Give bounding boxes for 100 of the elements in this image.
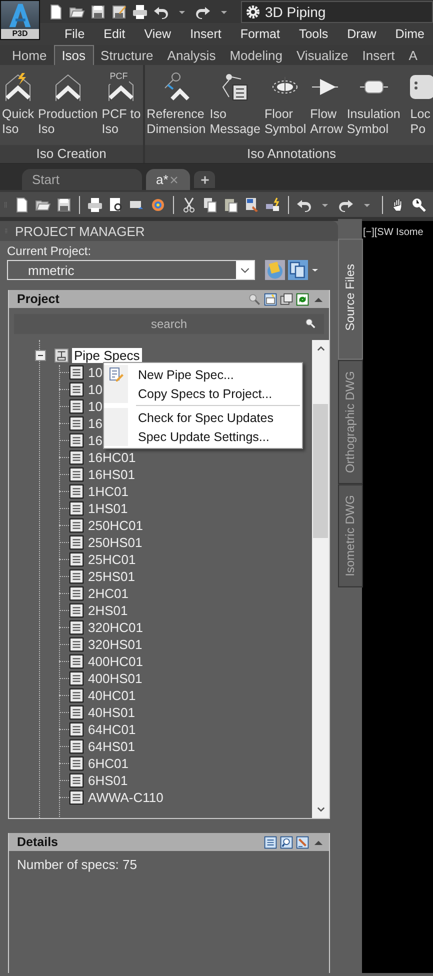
- search-icon[interactable]: [248, 292, 261, 306]
- menu-item[interactable]: Format: [230, 27, 290, 41]
- tree-item[interactable]: 2HS01: [88, 603, 128, 618]
- tree-item[interactable]: 16HS01: [88, 467, 135, 482]
- paste-icon[interactable]: [223, 196, 239, 212]
- scrollbar-thumb[interactable]: [313, 404, 328, 538]
- ribbon-tab[interactable]: A: [402, 46, 424, 65]
- spec-sheet-icon: [69, 450, 84, 465]
- app-menu-button[interactable]: P3D: [0, 0, 40, 40]
- ribbon-tool-button[interactable]: Floor Symbol: [262, 71, 308, 145]
- menu-item[interactable]: New Pipe Spec...: [104, 365, 302, 384]
- tree-item[interactable]: 64HC01: [88, 722, 136, 737]
- print-icon[interactable]: [132, 4, 148, 20]
- menu-item[interactable]: Insert: [180, 27, 231, 41]
- side-tab[interactable]: Source Files: [338, 239, 363, 360]
- project-dropdown[interactable]: mmetric: [7, 260, 255, 280]
- spec-sheet-icon: [69, 722, 84, 737]
- preview-icon[interactable]: [280, 836, 293, 848]
- publish-icon[interactable]: [150, 196, 166, 212]
- refresh-icon[interactable]: [296, 292, 309, 306]
- document-tab[interactable]: Start: [22, 169, 142, 190]
- spec-folder-icon: [54, 348, 69, 363]
- ribbon-tab[interactable]: Home: [5, 46, 54, 65]
- tree-item[interactable]: 250HS01: [88, 535, 142, 550]
- tree-item[interactable]: 16: [88, 433, 102, 448]
- tree-item[interactable]: 64HS01: [88, 739, 135, 754]
- ribbon-tab[interactable]: Structure: [94, 46, 160, 65]
- tree-item[interactable]: 250HC01: [88, 518, 143, 533]
- tree-item[interactable]: 2HC01: [88, 586, 128, 601]
- tree-item[interactable]: 16HC01: [88, 450, 136, 465]
- menu-item[interactable]: Tools: [289, 27, 338, 41]
- menu-item[interactable]: Draw: [338, 27, 386, 41]
- tree-item[interactable]: 6HS01: [88, 773, 128, 788]
- new-file-icon[interactable]: [48, 4, 64, 20]
- section-title: Project: [17, 292, 60, 306]
- spec-sheet-icon: [69, 773, 84, 788]
- tree-item[interactable]: 40HS01: [88, 705, 135, 720]
- tree-item[interactable]: 1HC01: [88, 484, 128, 499]
- print-preview-icon[interactable]: [108, 196, 124, 212]
- ribbon-tool-button[interactable]: Quick Iso: [0, 71, 36, 145]
- spec-sheet-icon: [69, 569, 84, 584]
- save-as-icon[interactable]: [111, 4, 127, 20]
- tree-item[interactable]: 400HC01: [88, 654, 143, 669]
- scrollbar[interactable]: [312, 340, 329, 818]
- ribbon-tab[interactable]: Insert: [355, 46, 402, 65]
- ribbon-tab[interactable]: Modeling: [222, 46, 290, 65]
- search-field[interactable]: search: [14, 314, 324, 334]
- tree-item[interactable]: 25HC01: [88, 552, 136, 567]
- tree-item[interactable]: 40HC01: [88, 688, 136, 703]
- tree-item[interactable]: 10: [88, 399, 102, 414]
- menu-item[interactable]: View: [134, 27, 181, 41]
- cut-icon[interactable]: [181, 196, 197, 212]
- tree-item[interactable]: 10: [88, 382, 102, 397]
- list-view-icon[interactable]: [264, 836, 277, 848]
- ribbon-tool-button[interactable]: Reference Dimension: [144, 71, 208, 145]
- menu-item[interactable]: File: [55, 27, 94, 41]
- print-icon[interactable]: [87, 196, 103, 212]
- menu-item[interactable]: Check for Spec Updates: [104, 408, 302, 427]
- tree-item[interactable]: 320HC01: [88, 620, 143, 635]
- ribbon-tab[interactable]: Isos: [54, 45, 94, 65]
- spec-sheet-icon: [69, 586, 84, 601]
- folders-icon[interactable]: [280, 292, 293, 306]
- new-file-icon[interactable]: [14, 196, 30, 212]
- block-icon[interactable]: [265, 196, 281, 212]
- tree-item[interactable]: Pipe Specs: [72, 348, 142, 363]
- document-tab[interactable]: a*: [146, 169, 190, 190]
- spec-sheet-icon: [69, 603, 84, 618]
- new-folder-icon[interactable]: [264, 292, 277, 306]
- menu-item[interactable]: Spec Update Settings...: [104, 427, 302, 446]
- spec-sheet-icon: [69, 654, 84, 669]
- tree-item[interactable]: 1HS01: [88, 501, 128, 516]
- save-icon[interactable]: [90, 4, 106, 20]
- tree-item[interactable]: 400HS01: [88, 671, 142, 686]
- tree-item[interactable]: 320HS01: [88, 637, 142, 652]
- new-tab-button[interactable]: [194, 171, 216, 188]
- ribbon-tool-button[interactable]: PCF PCF to Iso: [100, 71, 143, 145]
- ribbon-tool-button[interactable]: Production Iso: [36, 71, 100, 145]
- menu-item[interactable]: Copy Specs to Project...: [104, 384, 302, 403]
- collapse-toggle[interactable]: [35, 350, 46, 361]
- viewport-label: [−][SW Isome: [363, 227, 424, 238]
- workspace-dropdown[interactable]: 3D Piping: [241, 0, 433, 22]
- menu-item[interactable]: Edit: [94, 27, 135, 41]
- ribbon-tab[interactable]: Analysis: [160, 46, 223, 65]
- ribbon-tab[interactable]: Visualize: [289, 46, 356, 65]
- tree-item[interactable]: 6HC01: [88, 756, 128, 771]
- tree-item[interactable]: 10: [88, 365, 102, 380]
- edit-icon[interactable]: [296, 836, 309, 848]
- ribbon-tool-button[interactable]: Loc Po: [402, 71, 433, 145]
- tree-item[interactable]: AWWA-C110: [88, 790, 164, 805]
- ribbon-tool-button[interactable]: Flow Arrow: [308, 71, 345, 145]
- copy-icon[interactable]: [202, 196, 218, 212]
- match-properties-icon[interactable]: [244, 196, 260, 212]
- ribbon-tool-button[interactable]: Insulation Symbol: [344, 71, 402, 145]
- pages-icon[interactable]: [288, 260, 308, 280]
- tree-item[interactable]: 16: [88, 416, 102, 431]
- save-icon[interactable]: [56, 196, 72, 212]
- menu-item[interactable]: Dime: [386, 27, 433, 41]
- tree-item[interactable]: 25HS01: [88, 569, 135, 584]
- ribbon-tool-button[interactable]: Iso Message: [208, 71, 262, 145]
- zoom-icon[interactable]: [411, 196, 427, 212]
